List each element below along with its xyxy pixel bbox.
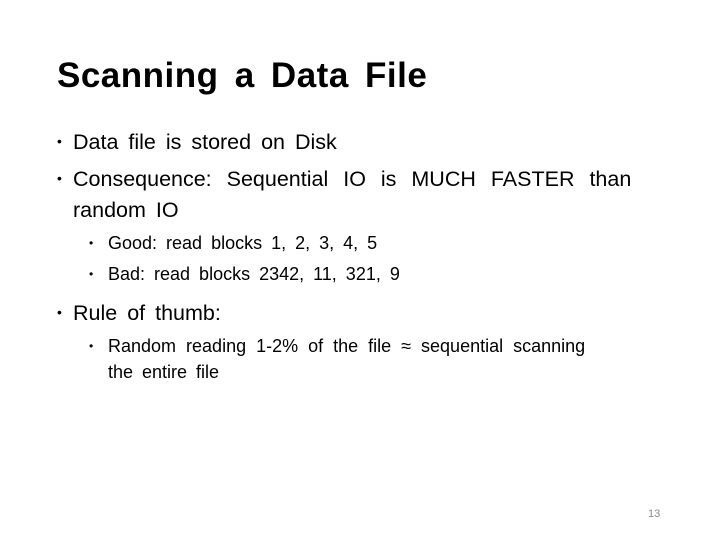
- sub-bullet-good: • Good: read blocks 1, 2, 3, 4, 5: [89, 233, 377, 254]
- bullet-icon: •: [57, 304, 62, 320]
- bullet-icon: •: [57, 133, 62, 149]
- bullet-icon: •: [89, 339, 94, 353]
- sub-bullet-random-reading-continued: the entire file: [108, 362, 220, 382]
- bullet-icon: •: [89, 267, 94, 281]
- sub-bullet-text-line1: Random reading 1-2% of the file ≈ sequen…: [108, 336, 586, 356]
- slide-title: Scanning a Data File: [57, 56, 428, 95]
- bullet-data-file-on-disk: • Data file is stored on Disk: [57, 130, 337, 155]
- sub-bullet-text: Bad: read blocks 2342, 11, 321, 9: [108, 264, 400, 284]
- sub-bullet-text: Good: read blocks 1, 2, 3, 4, 5: [108, 233, 378, 253]
- sub-bullet-random-reading: • Random reading 1-2% of the file ≈ seque…: [89, 336, 694, 357]
- bullet-text: Data file is stored on Disk: [73, 130, 337, 154]
- bullet-icon: •: [89, 236, 94, 250]
- bullet-text: Rule of thumb:: [73, 301, 221, 325]
- bullet-rule-of-thumb: • Rule of thumb:: [57, 301, 221, 326]
- sub-bullet-bad: • Bad: read blocks 2342, 11, 321, 9: [89, 264, 400, 285]
- bullet-consequence-continued: random IO: [73, 198, 179, 222]
- bullet-consequence: • Consequence: Sequential IO is MUCH FAST…: [57, 167, 692, 192]
- bullet-icon: •: [57, 170, 62, 186]
- page-number: 13: [648, 508, 661, 520]
- bullet-text-line1: Consequence: Sequential IO is MUCH FASTE…: [73, 167, 632, 191]
